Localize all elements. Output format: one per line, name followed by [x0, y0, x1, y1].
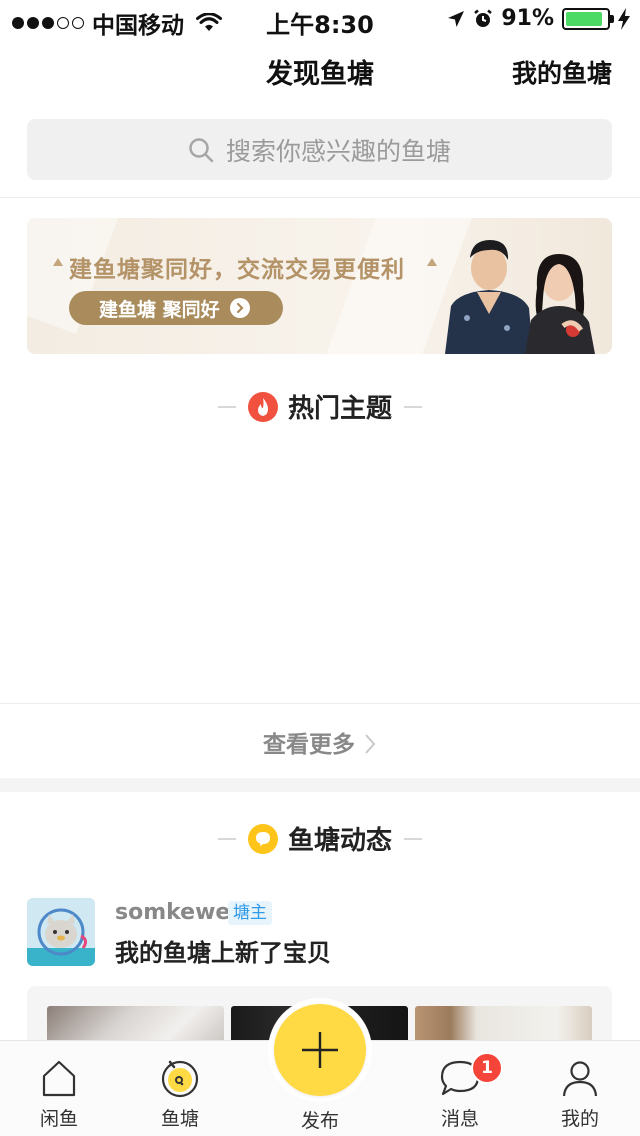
- create-pond-banner[interactable]: 建鱼塘聚同好，交流交易更便利 建鱼塘 聚同好: [27, 218, 612, 354]
- battery-icon: [562, 7, 614, 30]
- battery-percent: 91%: [501, 6, 554, 31]
- home-icon: [42, 1060, 76, 1097]
- divider: [0, 703, 640, 704]
- section-separator: [0, 778, 640, 792]
- tab-label: 消息: [440, 1108, 479, 1130]
- heading-line: [217, 837, 236, 840]
- chat-bubble-icon: [247, 823, 278, 854]
- tab-label: 我的: [560, 1108, 599, 1130]
- heading-line: [404, 837, 422, 840]
- decor-triangle-icon: [53, 258, 63, 266]
- banner-headline: 建鱼塘聚同好，交流交易更便利: [69, 257, 405, 283]
- search-placeholder: 搜索你感兴趣的鱼塘: [225, 136, 451, 166]
- pond-feed-title: 鱼塘动态: [287, 826, 392, 856]
- hot-topics-title: 热门主题: [287, 394, 392, 424]
- plus-icon: [302, 1032, 338, 1068]
- pond-icon: [161, 1060, 199, 1098]
- status-bar: 中国移动 上午8:30 91%: [0, 0, 640, 40]
- post-username[interactable]: somkewei: [115, 900, 238, 925]
- pond-feed-header: 鱼塘动态: [0, 820, 640, 857]
- publish-button[interactable]: [274, 1004, 366, 1096]
- heading-line: [217, 405, 236, 408]
- search-icon: [189, 137, 214, 162]
- unread-badge: 1: [471, 1052, 503, 1084]
- my-ponds-link[interactable]: 我的鱼塘: [512, 54, 612, 90]
- divider: [0, 197, 640, 198]
- see-more-label: 查看更多: [262, 732, 355, 758]
- status-right: 91%: [447, 6, 630, 31]
- charging-bolt-icon: [618, 7, 630, 30]
- location-arrow-icon: [448, 10, 465, 27]
- heading-line: [404, 405, 422, 408]
- fire-icon: [247, 391, 278, 422]
- create-pond-button-label: 建鱼塘 聚同好: [99, 298, 220, 321]
- search-input[interactable]: 搜索你感兴趣的鱼塘: [27, 119, 612, 180]
- see-more-link[interactable]: 查看更多: [0, 725, 640, 759]
- tab-me[interactable]: 我的: [535, 1058, 625, 1131]
- avatar[interactable]: [27, 898, 95, 966]
- decor-triangle-icon: [427, 258, 437, 266]
- person-icon: [562, 1061, 598, 1097]
- post-text[interactable]: 我的鱼塘上新了宝贝: [115, 933, 331, 968]
- hot-topics-header: 热门主题: [0, 388, 640, 425]
- owner-badge: 塘主: [228, 901, 272, 925]
- alarm-icon: [474, 9, 493, 27]
- create-pond-button[interactable]: 建鱼塘 聚同好: [69, 291, 283, 325]
- chevron-right-icon: [365, 734, 376, 754]
- banner-people-image: [445, 240, 595, 354]
- chevron-right-icon: [229, 298, 250, 318]
